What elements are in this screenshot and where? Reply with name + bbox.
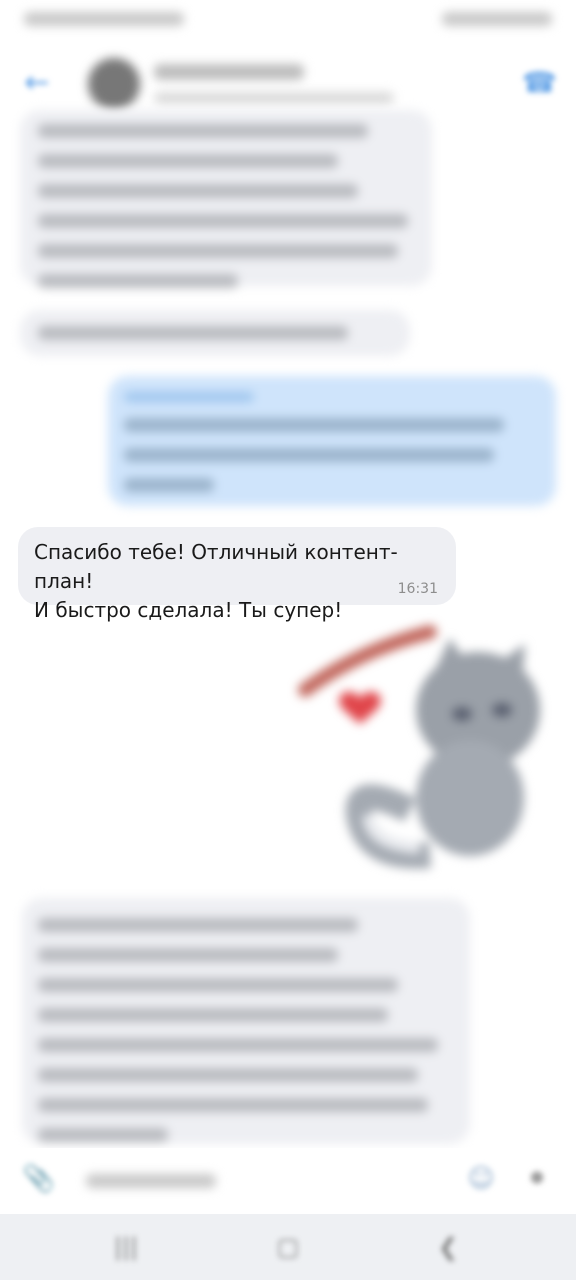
back-arrow-icon[interactable]: ← bbox=[20, 66, 54, 100]
message-bubble-incoming[interactable] bbox=[20, 110, 432, 288]
recent-apps-icon[interactable]: ||| bbox=[106, 1232, 146, 1262]
message-text-line-1: Спасибо тебе! Отличный контент-план! bbox=[34, 540, 398, 593]
message-composer: 📎 ☺ ⚫ bbox=[0, 1148, 576, 1214]
sticker-icon[interactable]: ☺ bbox=[464, 1162, 498, 1196]
cat-sticker-image bbox=[298, 625, 540, 869]
avatar[interactable] bbox=[88, 58, 140, 110]
paperclip-icon[interactable]: 📎 bbox=[22, 1162, 56, 1196]
message-bubble-incoming[interactable]: Спасибо тебе! Отличный контент-план! И б… bbox=[18, 527, 456, 622]
status-bar bbox=[0, 0, 576, 44]
home-icon[interactable]: ▢ bbox=[268, 1232, 308, 1262]
message-bubble-outgoing[interactable] bbox=[108, 376, 556, 506]
phone-icon[interactable]: ☎ bbox=[522, 66, 557, 100]
back-icon[interactable]: ❮ bbox=[428, 1232, 468, 1262]
message-time: 16:31 bbox=[397, 581, 438, 597]
message-bubble-incoming[interactable] bbox=[22, 898, 470, 1144]
cat-sticker[interactable] bbox=[290, 610, 560, 870]
system-navigation-bar: ||| ▢ ❮ bbox=[0, 1214, 576, 1280]
message-bubble-incoming[interactable] bbox=[20, 310, 410, 356]
microphone-icon[interactable]: ⚫ bbox=[520, 1162, 554, 1196]
